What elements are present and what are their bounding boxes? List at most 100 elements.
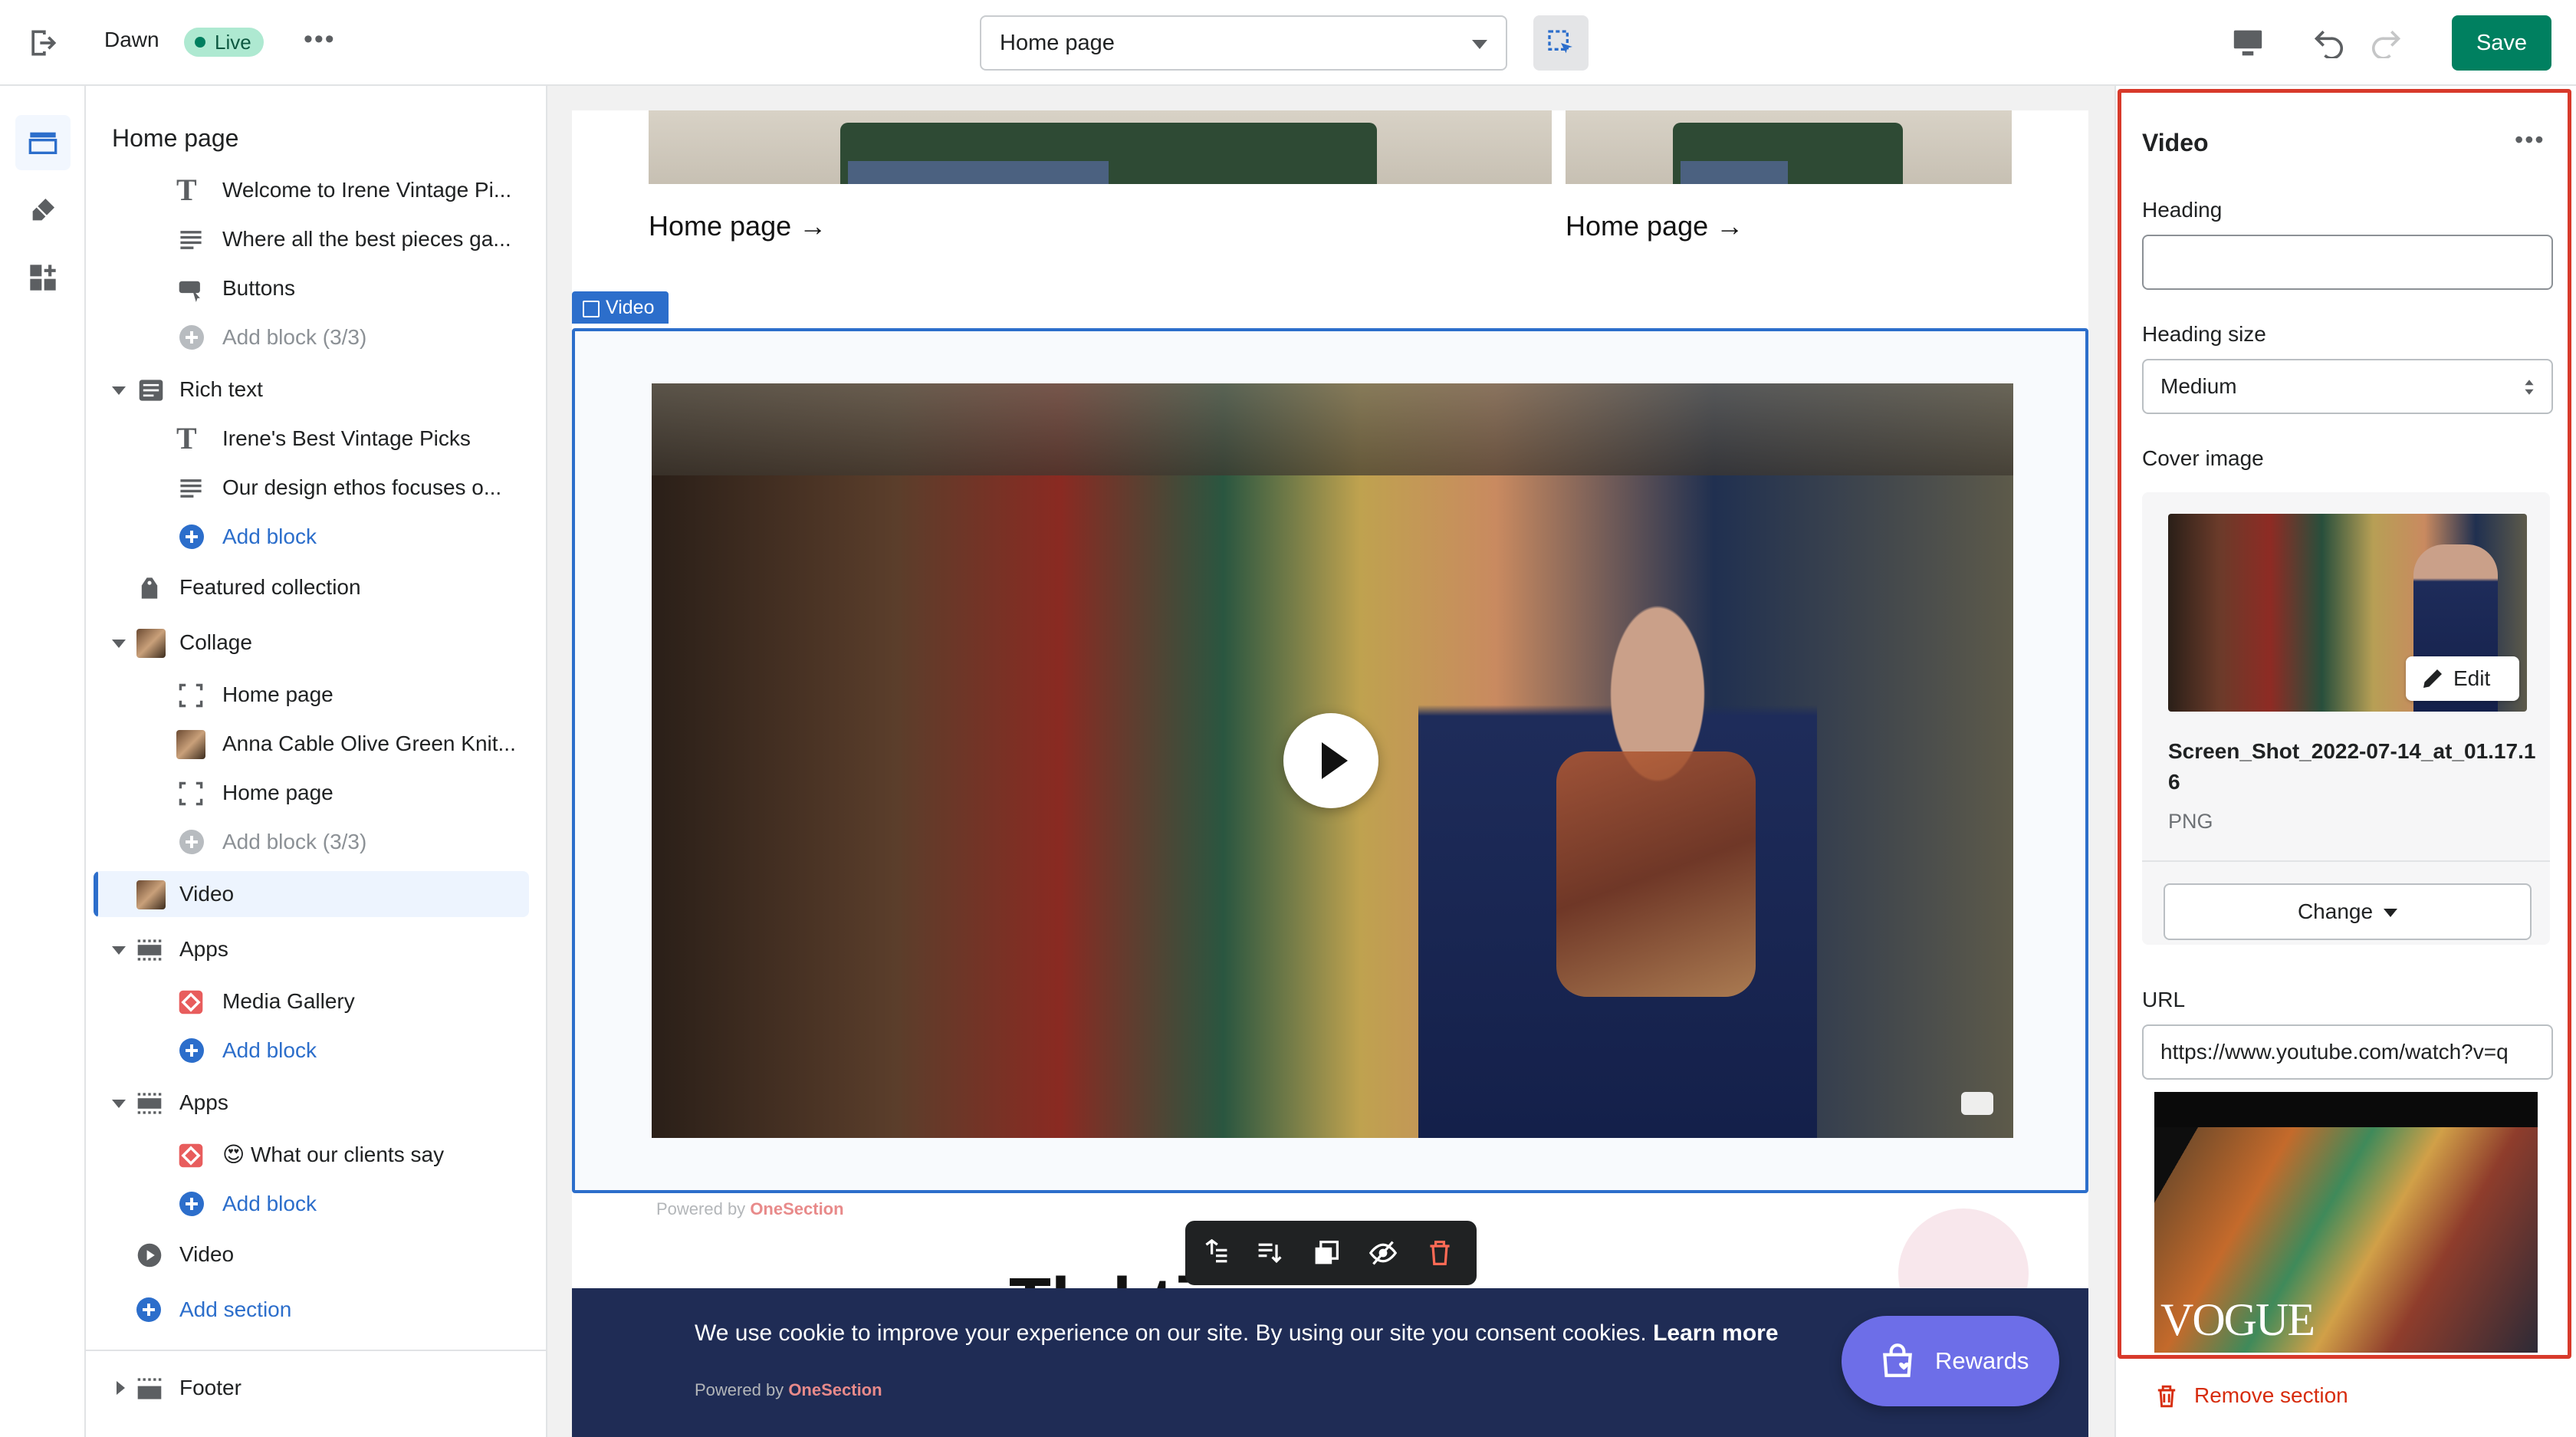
block-collection[interactable]: Home page <box>86 770 546 816</box>
apps-icon <box>30 265 56 291</box>
block-heading[interactable]: T Welcome to Irene Vintage Pi... <box>86 167 546 213</box>
add-block-button[interactable]: Add block <box>86 1181 546 1227</box>
button-icon <box>179 281 200 302</box>
collage-image-left[interactable] <box>649 110 1552 184</box>
add-block-label: Add block (3/3) <box>222 325 367 349</box>
section-footer[interactable]: Footer <box>86 1365 546 1411</box>
add-block-button[interactable]: Add block <box>86 514 546 560</box>
powered-brand: OneSection <box>750 1199 844 1218</box>
trash-icon <box>2157 1385 2176 1408</box>
preview-top-bar <box>2154 1092 2538 1127</box>
theme-more-button[interactable]: ••• <box>304 25 336 54</box>
chevron-down-icon[interactable] <box>112 1100 126 1108</box>
heading-size-value: Medium <box>2160 374 2237 398</box>
video-cover-image[interactable] <box>652 383 2013 1138</box>
undo-icon[interactable] <box>2312 25 2346 58</box>
edit-image-button[interactable]: Edit <box>2406 656 2519 701</box>
powered-by-onesection[interactable]: Powered by OneSection <box>656 1199 844 1219</box>
section-collage[interactable]: Collage <box>86 620 546 666</box>
inspector-toggle-button[interactable] <box>1533 15 1589 71</box>
add-block-button[interactable]: Add block <box>86 1028 546 1074</box>
collage-thumbnail <box>136 629 166 658</box>
section-rich-text[interactable]: Rich text <box>86 367 546 413</box>
chevron-down-icon[interactable] <box>112 640 126 648</box>
collage-link-left[interactable]: Home page → <box>649 210 826 242</box>
delete-icon[interactable] <box>1426 1239 1454 1267</box>
chevron-right-icon[interactable] <box>117 1381 125 1395</box>
add-circle-icon <box>179 524 204 549</box>
section-apps[interactable]: Apps <box>86 926 546 972</box>
exit-icon[interactable] <box>26 26 60 60</box>
powered-by-onesection[interactable]: Powered by OneSection <box>695 1380 882 1400</box>
collage-link-right[interactable]: Home page → <box>1566 210 1743 242</box>
change-image-button[interactable]: Change <box>2164 883 2532 940</box>
panel-more-button[interactable]: ••• <box>2515 126 2545 154</box>
rewards-label: Rewards <box>1935 1347 2029 1374</box>
url-label: URL <box>2142 988 2186 1011</box>
section-video[interactable]: Video <box>86 1231 546 1278</box>
block-label: Home page <box>222 682 334 706</box>
block-text[interactable]: Where all the best pieces ga... <box>86 216 546 262</box>
tag-icon <box>141 577 158 599</box>
add-block-label: Add block (3/3) <box>222 830 367 853</box>
panel-title: Video <box>2142 129 2209 156</box>
section-apps[interactable]: Apps <box>86 1080 546 1126</box>
jeans-shape <box>848 161 1109 184</box>
move-down-icon[interactable] <box>1256 1239 1283 1267</box>
url-input[interactable]: https://www.youtube.com/watch?v=q <box>2142 1024 2553 1080</box>
footer-section-icon <box>137 1378 162 1399</box>
play-button[interactable] <box>1283 713 1378 808</box>
heading-size-select[interactable]: Medium <box>2142 359 2553 414</box>
block-app[interactable]: Media Gallery <box>86 978 546 1024</box>
section-video-selected[interactable]: Video <box>94 871 529 917</box>
powered-prefix: Powered by <box>695 1380 784 1399</box>
app-embeds-rail-button[interactable] <box>15 250 71 305</box>
duplicate-icon[interactable] <box>1313 1239 1340 1267</box>
block-product[interactable]: Anna Cable Olive Green Knit... <box>86 721 546 767</box>
cookie-text: We use cookie to improve your experience… <box>695 1320 1647 1346</box>
cookie-learn-more-link[interactable]: Learn more <box>1653 1320 1778 1346</box>
add-block-label: Add block <box>222 1192 317 1215</box>
select-cursor-icon <box>1548 30 1572 54</box>
section-featured-collection[interactable]: Featured collection <box>86 564 546 610</box>
section-label: Rich text <box>179 377 263 401</box>
block-label: Welcome to Irene Vintage Pi... <box>222 178 512 202</box>
save-button[interactable]: Save <box>2452 15 2551 71</box>
video-section-frame[interactable] <box>572 328 2088 1193</box>
block-label: 😍 What our clients say <box>222 1143 445 1166</box>
hide-icon[interactable] <box>1369 1239 1397 1267</box>
chevron-down-icon[interactable] <box>112 386 126 395</box>
powered-brand: OneSection <box>788 1380 882 1399</box>
add-section-label: Add section <box>179 1297 292 1321</box>
video-section-tag[interactable]: Video <box>572 291 669 324</box>
block-app[interactable]: 😍 What our clients say <box>86 1132 546 1178</box>
desktop-icon[interactable] <box>2231 28 2265 58</box>
remove-section-button[interactable]: Remove section <box>2154 1383 2348 1408</box>
video-thumbnail <box>136 880 166 909</box>
add-circle-icon <box>136 1297 161 1322</box>
chevron-down-icon[interactable] <box>112 946 126 955</box>
block-heading[interactable]: T Irene's Best Vintage Picks <box>86 416 546 462</box>
sections-icon <box>28 132 58 154</box>
redo-icon[interactable] <box>2369 25 2403 58</box>
theme-settings-rail-button[interactable] <box>15 183 71 238</box>
block-collection[interactable]: Home page <box>86 672 546 718</box>
sidebar-title: Home page <box>112 124 239 152</box>
heading-input[interactable] <box>2142 235 2553 290</box>
block-buttons[interactable]: Buttons <box>86 265 546 311</box>
scarf-shape <box>1556 751 1756 997</box>
section-floating-toolbar <box>1185 1221 1477 1285</box>
add-block-label: Add block <box>222 1038 317 1062</box>
youtube-preview[interactable]: VOGUE <box>2154 1092 2538 1353</box>
cover-image-card: Edit Screen_Shot_2022-07-14_at_01.17.16 … <box>2142 492 2550 945</box>
block-label: Anna Cable Olive Green Knit... <box>222 732 516 755</box>
move-up-icon[interactable] <box>1202 1239 1230 1267</box>
sections-rail-button[interactable] <box>15 115 71 170</box>
rewards-launcher-button[interactable]: Rewards <box>1842 1316 2059 1406</box>
template-select[interactable]: Home page <box>980 15 1507 71</box>
add-section-button[interactable]: Add section <box>86 1287 546 1333</box>
collage-image-right[interactable] <box>1566 110 2012 184</box>
cookie-banner: We use cookie to improve your experience… <box>572 1288 2088 1437</box>
text-icon: T <box>176 421 197 455</box>
block-text[interactable]: Our design ethos focuses o... <box>86 465 546 511</box>
